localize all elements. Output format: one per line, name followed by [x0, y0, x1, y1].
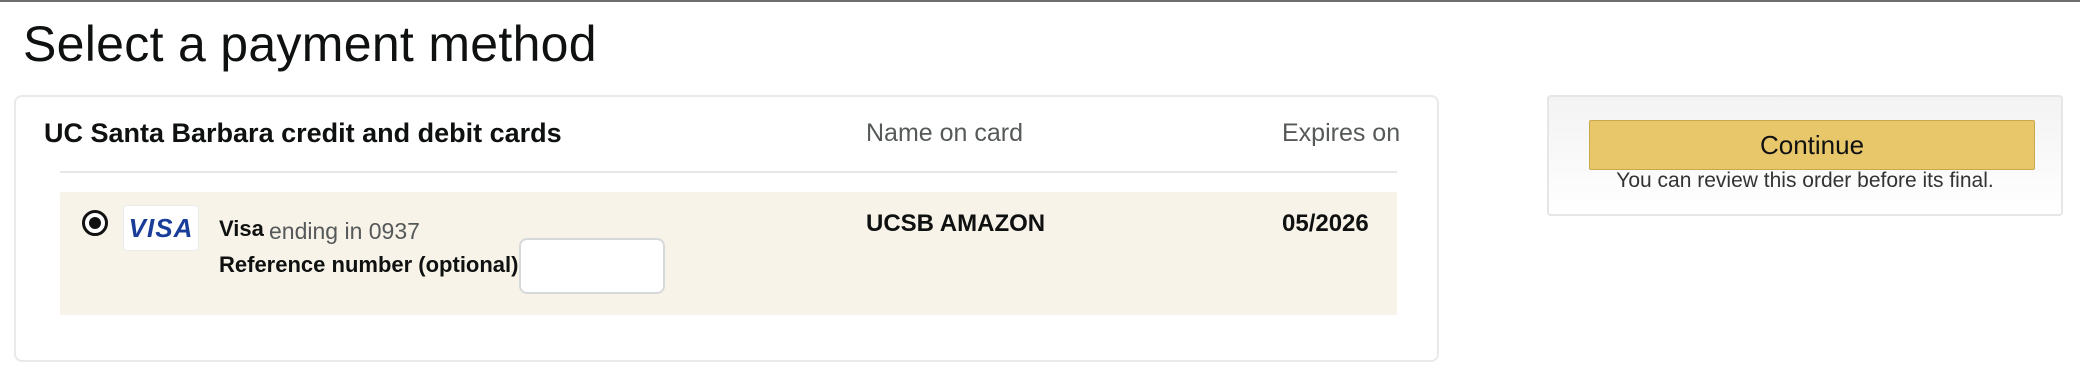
reference-number-label: Reference number (optional): [219, 252, 526, 277]
radio-selected-icon[interactable] [82, 210, 108, 236]
visa-logo-icon: VISA [123, 205, 199, 251]
visa-logo-text: VISA [128, 212, 194, 243]
card-brand: Visa [219, 216, 264, 241]
reference-number-input[interactable] [519, 238, 665, 294]
column-header-expires: Expires on [1282, 119, 1401, 147]
top-divider [0, 0, 2080, 2]
page-title: Select a payment method [23, 16, 597, 72]
continue-button[interactable]: Continue [1589, 120, 2035, 170]
review-note: You can review this order before its fin… [1616, 169, 1994, 192]
card-ending: ending in 0937 [269, 218, 420, 244]
cards-section-header: UC Santa Barbara credit and debit cards [44, 118, 562, 148]
header-divider [60, 171, 1397, 173]
column-header-name: Name on card [866, 119, 1024, 147]
name-on-card: UCSB AMAZON [866, 210, 1046, 237]
card-expiration: 05/2026 [1282, 210, 1369, 237]
